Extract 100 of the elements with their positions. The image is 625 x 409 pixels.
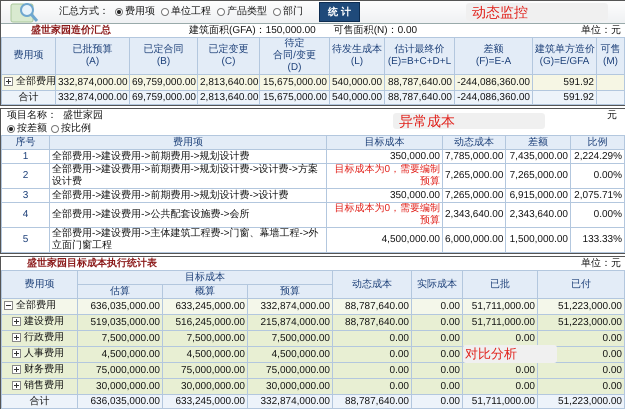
table-cell: 0.00 — [412, 362, 462, 378]
table-cell: 4,500,000.00 — [326, 228, 442, 252]
collapse-icon[interactable] — [4, 301, 13, 310]
table-cell: 7,435,000.00 — [506, 150, 570, 164]
table-cell: 0.00 — [462, 378, 538, 394]
column-header: 预算 — [248, 284, 332, 298]
unit-label: 元 — [607, 110, 617, 122]
unit-label: 单位：元 — [581, 24, 621, 36]
table-cell: 133.33% — [570, 228, 624, 252]
table-cell: 7,785,000.00 — [442, 150, 506, 164]
table-cell: 332,874,000.00 — [248, 298, 332, 314]
table-cell: 88,787,640.00 — [332, 314, 412, 330]
table-cell: 全部费用->建设费用->公共配套设施费->会所 — [50, 202, 326, 228]
expand-icon[interactable] — [12, 349, 21, 358]
table-cell: 69,759,000.00 — [130, 90, 198, 104]
table-cell: 0.00 — [332, 330, 412, 346]
table-cell: 目标成本为0，需要编制预算 — [326, 164, 442, 188]
table-cell: 215,874,000.00 — [248, 314, 332, 330]
column-header: 已批 — [462, 270, 538, 298]
radio-option[interactable]: 费用项 — [115, 6, 155, 18]
table-cell: 30,000,000.00 — [248, 378, 332, 394]
column-header: 已定合同 (B) — [130, 38, 198, 74]
table-cell: 0.00 — [412, 378, 462, 394]
table-cell: 2,343,640.00 — [442, 202, 506, 228]
table-cell: 0.00 — [332, 362, 412, 378]
column-header: 估算 — [78, 284, 162, 298]
table-cell: 633,245,000.00 — [162, 298, 248, 314]
column-header: 费用项 — [50, 136, 326, 150]
column-header: 实际成本 — [412, 270, 462, 298]
column-header: 已付 — [538, 270, 624, 298]
table-cell: 7,265,000.00 — [442, 164, 506, 188]
table-cell: 全部费用->建设费用->主体建筑工程费->门窗、幕墙工程->外立面门窗工程 — [50, 228, 326, 252]
table-cell: 0.00 — [462, 362, 538, 378]
column-header: 目标成本 — [78, 270, 332, 284]
table-cell: 636,035,000.00 — [78, 298, 162, 314]
table-cell: 4,500,000.00 — [78, 346, 162, 362]
calculate-button[interactable]: 统 计 — [319, 2, 360, 22]
table-cell: 332,874,000.00 — [248, 394, 332, 408]
expand-icon[interactable] — [12, 317, 21, 326]
table-cell: 30,000,000.00 — [78, 378, 162, 394]
column-header: 差额 — [506, 136, 570, 150]
table-cell: 633,245,000.00 — [162, 394, 248, 408]
table-cell: 519,035,000.00 — [78, 314, 162, 330]
expand-icon[interactable] — [12, 381, 21, 390]
table-cell: 0.00% — [570, 202, 624, 228]
table-cell: 合计 — [2, 90, 56, 104]
table-cell: 目标成本为0，需要编制预算 — [326, 202, 442, 228]
table-cell: 88,787,640.00 — [332, 394, 412, 408]
table-cell: 0.00 — [538, 330, 624, 346]
column-header: 可售 (M) — [596, 38, 624, 74]
row-label: 财务费用 — [24, 363, 64, 376]
table-cell: 332,874,000.00 — [56, 74, 130, 90]
radio-option[interactable]: 按比例 — [51, 123, 91, 135]
table-cell: 3 — [2, 188, 50, 202]
table-cell: 0.00 — [412, 394, 462, 408]
table-cell: 2,813,640.00 — [198, 90, 260, 104]
table-cell: 51,223,000.00 — [538, 394, 624, 408]
table-cell: 591.92 — [532, 74, 596, 90]
annotation-label: 异常成本 — [393, 113, 545, 129]
table-cell: 2,075.71% — [570, 188, 624, 202]
table-cell: 4,500,000.00 — [248, 346, 332, 362]
row-label: 行政费用 — [24, 331, 64, 344]
table-cell: 6,915,000.00 — [506, 188, 570, 202]
table-cell: 0.00% — [570, 164, 624, 188]
table-cell: 350,000.00 — [326, 188, 442, 202]
column-header: 已定变更 (C) — [198, 38, 260, 74]
table-cell: 30,000,000.00 — [162, 378, 248, 394]
table-cell: 5 — [2, 228, 50, 252]
expand-icon[interactable] — [4, 77, 13, 86]
table-title: 盛世家园目标成本执行统计表 — [27, 258, 157, 270]
table-cell: 2,343,640.00 — [506, 202, 570, 228]
table-cell: 全部费用->建设费用->前期费用->规划设计费 — [50, 150, 326, 164]
radio-option[interactable]: 产品类型 — [217, 6, 267, 18]
table-cell: 1,500,000.00 — [506, 228, 570, 252]
row-label: 人事费用 — [24, 347, 64, 360]
column-header: 动态成本 — [332, 270, 412, 298]
table-cell: 51,223,000.00 — [538, 314, 624, 330]
column-header: 序号 — [2, 136, 50, 150]
column-header: 费用项 — [2, 38, 56, 74]
column-header: 目标成本 — [326, 136, 442, 150]
table-cell: 7,500,000.00 — [78, 330, 162, 346]
table-cell: 全部费用->建设费用->前期费用->规划设计费->设计费 — [50, 188, 326, 202]
column-header: 差额 (F)=E-A — [454, 38, 532, 74]
expand-icon[interactable] — [12, 333, 21, 342]
table-cell: 51,223,000.00 — [538, 298, 624, 314]
project-name: 盛世家园 — [63, 110, 103, 122]
table-cell: -244,086,360.00 — [454, 90, 532, 104]
table-cell: 75,000,000.00 — [162, 362, 248, 378]
table-cell: 51,711,000.00 — [462, 394, 538, 408]
expand-icon[interactable] — [12, 365, 21, 374]
radio-option[interactable]: 部门 — [273, 6, 303, 18]
table-cell: 4,500,000.00 — [162, 346, 248, 362]
column-header: 待定 合同/变更 (D) — [260, 38, 330, 74]
column-header: 费用项 — [2, 270, 78, 298]
table-cell: 88,787,640.00 — [384, 90, 454, 104]
table-cell: 350,000.00 — [326, 150, 442, 164]
annotation-label: 对比分析 — [463, 345, 557, 363]
row-label: 建设费用 — [24, 315, 64, 328]
radio-option[interactable]: 按差额 — [7, 123, 47, 135]
radio-option[interactable]: 单位工程 — [161, 6, 211, 18]
